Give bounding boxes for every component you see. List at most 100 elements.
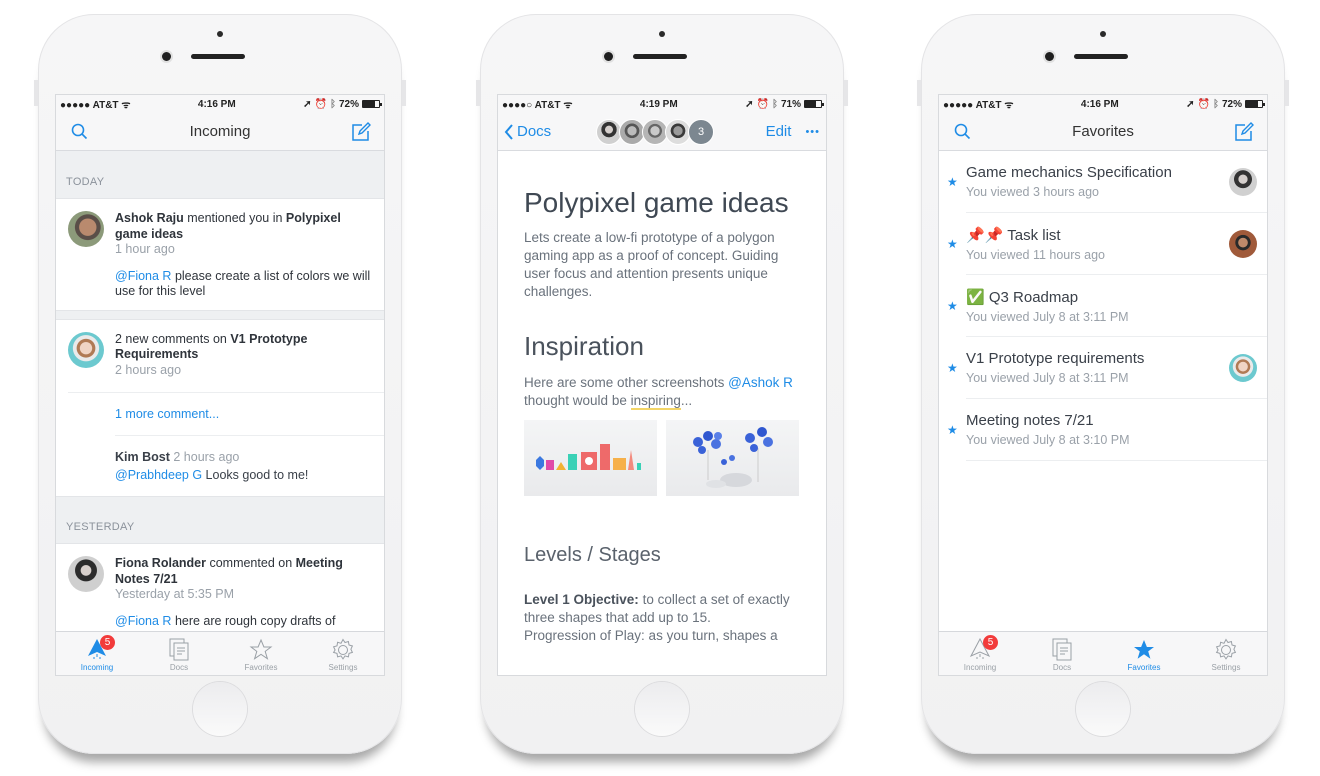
tab-favorites[interactable]: Favorites bbox=[220, 632, 302, 675]
clock: 4:16 PM bbox=[197, 98, 236, 110]
trees-image[interactable] bbox=[666, 420, 799, 496]
reply-row[interactable]: Kim Bost 2 hours ago @Prabhdeep G Looks … bbox=[115, 435, 384, 496]
collaborator-facepile[interactable]: 3 bbox=[596, 118, 714, 145]
reply-author: Kim Bost bbox=[115, 450, 170, 464]
page-title: Favorites bbox=[1072, 123, 1134, 140]
more-comments-link[interactable]: 1 more comment... bbox=[115, 407, 219, 421]
speaker-grille bbox=[1074, 54, 1128, 59]
back-button[interactable]: Docs bbox=[504, 123, 551, 140]
mention-link[interactable]: @Ashok R bbox=[728, 375, 793, 390]
tab-settings[interactable]: Settings bbox=[302, 632, 384, 675]
timestamp: 1 hour ago bbox=[115, 242, 175, 256]
side-button bbox=[1285, 80, 1289, 106]
more-options-button[interactable]: ••• bbox=[805, 126, 820, 138]
tab-docs[interactable]: Docs bbox=[138, 632, 220, 675]
avatar bbox=[1229, 230, 1257, 258]
level-label: Level 1 Objective: bbox=[524, 592, 639, 607]
wifi-icon: ᯤ bbox=[563, 100, 573, 111]
page-title: Incoming bbox=[189, 123, 251, 140]
star-icon[interactable]: ★ bbox=[947, 175, 966, 189]
tab-settings[interactable]: Settings bbox=[1185, 632, 1267, 675]
home-button[interactable] bbox=[635, 682, 689, 736]
carrier: ●●●●● AT&T ᯤ bbox=[60, 100, 131, 111]
docs-icon bbox=[169, 638, 189, 661]
star-icon[interactable]: ★ bbox=[947, 237, 966, 251]
edit-button[interactable]: Edit bbox=[766, 123, 792, 140]
search-button[interactable] bbox=[951, 121, 973, 143]
search-icon bbox=[71, 123, 87, 140]
notification-badge: 5 bbox=[983, 635, 998, 650]
favorite-viewed-time: You viewed July 8 at 3:10 PM bbox=[966, 433, 1130, 447]
shapes-image[interactable] bbox=[524, 420, 657, 496]
tab-bar: 5 Incoming Docs Favorites Settings bbox=[939, 631, 1267, 675]
tab-incoming[interactable]: 5 Incoming bbox=[939, 632, 1021, 675]
star-icon[interactable]: ★ bbox=[947, 299, 966, 313]
avatar bbox=[68, 211, 104, 247]
section-heading: Inspiration bbox=[524, 331, 644, 361]
tab-label: Incoming bbox=[963, 663, 997, 672]
side-button bbox=[34, 80, 38, 106]
favorite-title: V1 Prototype requirements bbox=[966, 350, 1145, 367]
mention-link[interactable]: @Fiona R bbox=[115, 269, 171, 283]
bluetooth-icon: ᛒ bbox=[1212, 98, 1219, 110]
favorite-viewed-time: You viewed July 8 at 3:11 PM bbox=[966, 309, 1129, 324]
sensor-dot bbox=[659, 31, 665, 37]
side-button bbox=[402, 80, 406, 106]
checkmark-emoji: ✅ bbox=[966, 288, 989, 306]
notification-verb: mentioned you in bbox=[183, 211, 286, 225]
screen: ●●●●● AT&T ᯤ 4:16 PM ➚ ⏰ ᛒ 72% Incoming TOD… bbox=[55, 94, 385, 676]
alarm-icon: ⏰ bbox=[314, 98, 327, 110]
star-icon[interactable]: ★ bbox=[947, 361, 966, 375]
gear-icon bbox=[1215, 638, 1237, 660]
search-icon bbox=[954, 123, 970, 140]
timestamp: 2 hours ago bbox=[115, 362, 182, 377]
favorite-item[interactable]: ★ V1 Prototype requirements You viewed Ju… bbox=[939, 337, 1267, 399]
star-icon bbox=[249, 638, 273, 660]
document-title: Polypixel game ideas bbox=[524, 187, 789, 218]
clock: 4:19 PM bbox=[639, 98, 678, 110]
favorite-item[interactable]: ★ 📌📌 Task list You viewed 11 hours ago bbox=[939, 213, 1267, 275]
home-button[interactable] bbox=[1076, 682, 1130, 736]
compose-button[interactable] bbox=[350, 121, 372, 143]
carrier: ●●●●● AT&T ᯤ bbox=[943, 100, 1014, 111]
search-button[interactable] bbox=[68, 121, 90, 143]
notification-item[interactable]: Ashok Raju mentioned you in Polypixel ga… bbox=[56, 199, 384, 310]
tab-bar: 5 Incoming Docs Favorites Settings bbox=[56, 631, 384, 675]
nav-bar: Favorites bbox=[939, 113, 1267, 151]
tab-favorites[interactable]: Favorites bbox=[1103, 632, 1185, 675]
intro-paragraph: Lets create a low-fi prototype of a poly… bbox=[524, 230, 779, 299]
home-button[interactable] bbox=[193, 682, 247, 736]
inspiration-paragraph: Here are some other screenshots @Ashok R… bbox=[524, 375, 793, 410]
battery-percent: 72% bbox=[1221, 98, 1242, 110]
avatar bbox=[1229, 354, 1257, 382]
gear-icon bbox=[332, 638, 354, 660]
tab-docs[interactable]: Docs bbox=[1021, 632, 1103, 675]
tab-label: Settings bbox=[328, 663, 358, 672]
favorite-item[interactable]: ★ Meeting notes 7/21 You viewed July 8 at… bbox=[939, 399, 1267, 461]
compose-icon bbox=[1235, 121, 1254, 141]
battery-icon bbox=[361, 100, 382, 108]
phone-document: ●●●●○ AT&T ᯤ 4:19 PM ➚ ⏰ ᛒ 71% Docs 3 Edit … bbox=[476, 14, 848, 754]
wifi-icon: ᯤ bbox=[121, 100, 131, 111]
compose-button[interactable] bbox=[1233, 121, 1255, 143]
side-button bbox=[476, 80, 480, 106]
notification-item[interactable]: 2 new comments on V1 Prototype Requireme… bbox=[56, 319, 384, 392]
favorite-item[interactable]: ★ ✅ Q3 Roadmap You viewed July 8 at 3:11 … bbox=[939, 275, 1267, 337]
notification-item[interactable]: Fiona Rolander commented on Meeting Note… bbox=[56, 544, 384, 639]
wifi-icon: ᯤ bbox=[1004, 100, 1014, 111]
timestamp: Yesterday at 5:35 PM bbox=[115, 587, 235, 601]
location-icon: ➚ bbox=[303, 98, 312, 110]
highlighted-word[interactable]: inspiring bbox=[630, 393, 681, 410]
star-icon[interactable]: ★ bbox=[947, 423, 966, 437]
image-gallery bbox=[524, 420, 800, 496]
tab-label: Incoming bbox=[80, 663, 114, 672]
avatar bbox=[1229, 168, 1257, 196]
pushpin-emoji: 📌📌 bbox=[966, 226, 1008, 244]
document-body[interactable]: Polypixel game ideas Lets create a low-f… bbox=[498, 189, 826, 645]
favorite-item[interactable]: ★ Game mechanics Specification You viewed… bbox=[939, 151, 1267, 213]
more-comments-row: 1 more comment... bbox=[68, 392, 384, 435]
mention-link[interactable]: @Fiona R bbox=[115, 614, 171, 628]
tab-incoming[interactable]: 5 Incoming bbox=[56, 632, 138, 675]
mention-link[interactable]: @Prabhdeep G bbox=[115, 468, 202, 482]
favorite-viewed-time: You viewed 11 hours ago bbox=[966, 247, 1105, 262]
